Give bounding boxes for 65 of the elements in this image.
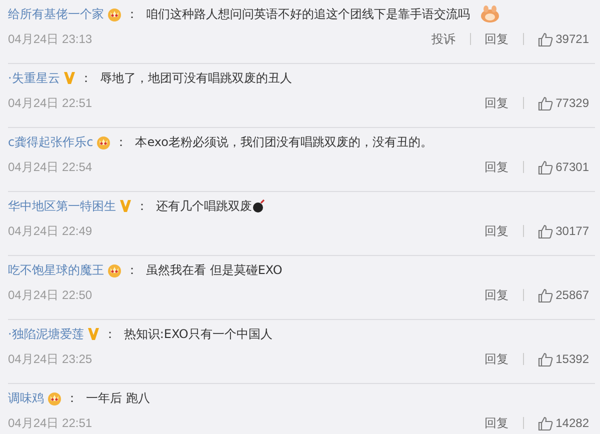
like-count: 67301 <box>556 160 589 174</box>
action-link[interactable]: 投诉 <box>432 30 456 48</box>
v-badge-icon <box>86 327 100 341</box>
comment-time: 04月24日 22:49 <box>8 222 94 240</box>
comment-text: 还有几个唱跳双废 <box>156 198 252 214</box>
user-name-link[interactable]: 华中地区第一特困生 <box>8 198 116 214</box>
like-button[interactable]: 77329 <box>538 96 589 110</box>
like-button[interactable]: 67301 <box>538 160 589 174</box>
colon: ： <box>136 198 148 214</box>
crown-badge-icon <box>107 262 122 278</box>
thumbs-up-icon <box>538 288 553 302</box>
like-count: 25867 <box>556 288 589 302</box>
comment-time: 04月24日 22:50 <box>8 286 94 304</box>
like-button[interactable]: 39721 <box>538 32 589 46</box>
action-link[interactable]: 回复 <box>484 350 509 368</box>
crown-badge-icon <box>47 390 62 406</box>
colon: ： <box>104 326 116 342</box>
comment-text: 一年后 跑八 <box>86 390 150 406</box>
action-link[interactable]: 回复 <box>484 286 509 304</box>
comment-text: 咱们这种路人想问问英语不好的追这个团线下是靠手语交流吗 <box>146 6 470 22</box>
crown-badge-icon <box>96 134 112 150</box>
thumbs-up-icon <box>538 160 553 174</box>
colon: ： <box>80 70 92 86</box>
like-count: 77329 <box>556 96 589 110</box>
action-link[interactable]: 回复 <box>484 94 509 112</box>
like-button[interactable]: 15392 <box>538 352 589 366</box>
comment-time: 04月24日 23:25 <box>8 350 94 368</box>
action-link[interactable]: 回复 <box>484 158 509 176</box>
comment-time: 04月24日 22:51 <box>8 414 94 432</box>
like-button[interactable]: 25867 <box>538 288 589 302</box>
comment-time: 04月24日 22:54 <box>8 158 94 176</box>
user-name-link[interactable]: 调味鸡 <box>8 390 44 406</box>
comment-text: 本exo老粉必须说，我们团没有唱跳双废的，没有丑的。 <box>135 134 432 150</box>
thumbs-up-icon <box>538 352 553 366</box>
like-count: 39721 <box>556 32 589 46</box>
thumbs-up-icon <box>538 224 553 238</box>
like-count: 15392 <box>556 352 589 366</box>
like-button[interactable]: 30177 <box>538 224 589 238</box>
colon: ： <box>126 262 138 278</box>
comment-text: 辱地了，地团可没有唱跳双废的丑人 <box>100 70 292 86</box>
action-link[interactable]: 回复 <box>484 414 509 432</box>
user-name-link[interactable]: ·失重星云 <box>8 70 60 86</box>
crown-badge-icon <box>107 6 122 22</box>
colon: ： <box>66 390 78 406</box>
like-button[interactable]: 14282 <box>538 416 589 430</box>
thumbs-up-icon <box>538 96 553 110</box>
user-name-link[interactable]: 吃不饱星球的魔王 <box>8 262 104 278</box>
like-count: 30177 <box>556 224 589 238</box>
action-link[interactable]: 回复 <box>484 222 509 240</box>
comment-time: 04月24日 22:51 <box>8 94 94 112</box>
comment-text: 热知识:EXO只有一个中国人 <box>124 326 272 342</box>
user-name-link[interactable]: c龚得起张作乐c <box>8 134 94 150</box>
bomb-icon <box>252 199 266 213</box>
v-badge-icon <box>119 199 132 213</box>
user-name-link[interactable]: 给所有基佬一个家 <box>8 6 104 22</box>
thumbs-up-icon <box>538 32 553 46</box>
v-badge-icon <box>62 71 76 85</box>
comment-time: 04月24日 23:13 <box>8 30 94 48</box>
colon: ： <box>115 134 128 150</box>
like-count: 14282 <box>556 416 589 430</box>
colon: ： <box>126 6 138 22</box>
comment-text: 虽然我在看 但是莫碰EXO <box>146 262 282 278</box>
action-link[interactable]: 回复 <box>484 30 509 48</box>
user-name-link[interactable]: ·独陷泥塘爱莲 <box>8 326 84 342</box>
thumbs-up-icon <box>538 416 553 430</box>
